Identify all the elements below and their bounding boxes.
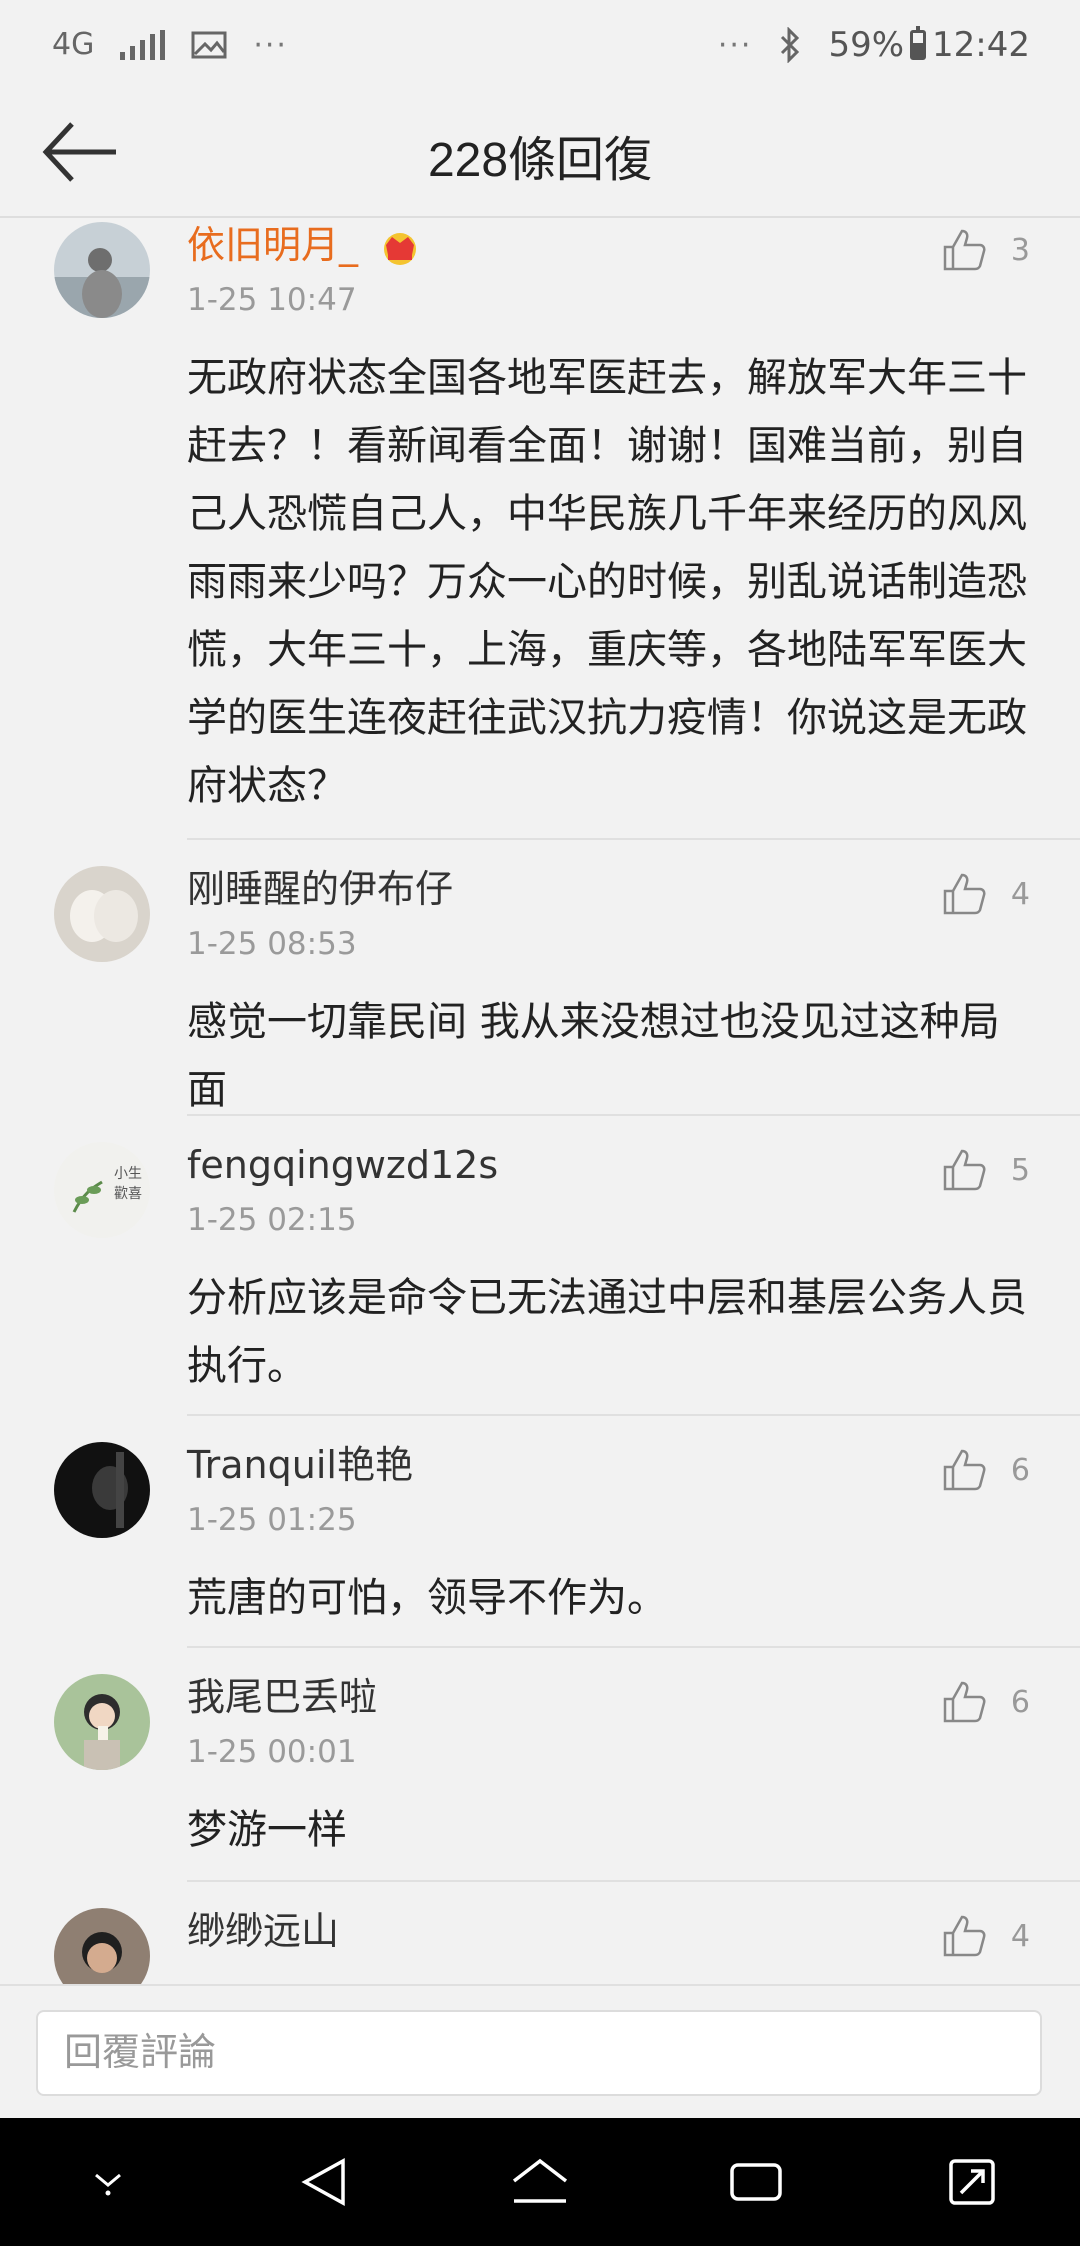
avatar[interactable] xyxy=(54,866,150,962)
battery-icon xyxy=(910,26,927,60)
system-nav-bar xyxy=(0,2118,1080,2246)
nav-home-button[interactable] xyxy=(495,2137,585,2227)
avatar[interactable] xyxy=(54,1908,150,1984)
image-icon xyxy=(191,31,227,59)
like-count: 4 xyxy=(1010,1918,1030,1954)
comment-list[interactable]: 依旧明月_ 3 1-25 10:47 无政府状态全国各地军医赶去，解放军大年三十… xyxy=(0,218,1080,1984)
like-count: 3 xyxy=(1010,232,1030,268)
bluetooth-icon xyxy=(781,27,800,63)
comment-time: 1-25 08:53 xyxy=(187,926,357,962)
comment-item: 我尾巴丢啦 6 1-25 00:01 梦游一样 xyxy=(54,1648,1080,1882)
nav-rotate-button[interactable] xyxy=(927,2137,1017,2227)
like-count: 5 xyxy=(1010,1152,1030,1188)
comment-item: 小生 歡喜 fengqingwzd12s 5 1-25 02:15 分析应该是命… xyxy=(54,1116,1080,1416)
avatar[interactable] xyxy=(54,1442,150,1538)
comment-time: 1-25 10:47 xyxy=(187,282,357,318)
thumbs-up-icon xyxy=(943,1149,986,1191)
crown-icon xyxy=(384,232,417,265)
comment-time: 1-25 00:01 xyxy=(187,1734,357,1770)
comment-item: 缈缈远山 4 xyxy=(54,1882,1080,1984)
thumbs-up-icon xyxy=(943,873,986,915)
comment-text: 感觉一切靠民间 我从来没想过也没见过这种局面 xyxy=(187,999,1000,1113)
like-count: 6 xyxy=(1010,1684,1030,1720)
nav-back-button[interactable] xyxy=(279,2137,369,2227)
triangle-back-icon xyxy=(301,2158,345,2206)
comment-text: 无政府状态全国各地军医赶去，解放军大年三十赶去？！看新闻看全面！谢谢！国难当前，… xyxy=(187,355,1027,809)
nav-recents-button[interactable] xyxy=(711,2137,801,2227)
svg-text:歡喜: 歡喜 xyxy=(114,1186,142,1202)
reply-bar: 回覆評論 xyxy=(0,1984,1080,2118)
like-button[interactable]: 3 xyxy=(941,228,1030,272)
comment-time: 1-25 01:25 xyxy=(187,1502,357,1538)
like-button[interactable]: 5 xyxy=(941,1148,1030,1192)
page-title: 228條回復 xyxy=(427,134,653,187)
thumbs-up-icon xyxy=(943,1915,986,1957)
like-count: 6 xyxy=(1010,1452,1030,1488)
comment-item: 依旧明月_ 3 1-25 10:47 无政府状态全国各地军医赶去，解放军大年三十… xyxy=(54,218,1080,840)
comment-item: 刚睡醒的伊布仔 4 1-25 08:53 感觉一切靠民间 我从来没想过也没见过这… xyxy=(54,840,1080,1116)
comment-item: Tranquil艳艳 6 1-25 01:25 荒唐的可怕，领导不作为。 xyxy=(54,1416,1080,1648)
status-bar: 4G ··· ··· 59% 12:42 xyxy=(0,0,1080,90)
thumbs-up-icon xyxy=(943,229,986,271)
battery-percent: 59% xyxy=(828,25,905,65)
avatar[interactable] xyxy=(54,1674,150,1770)
comment-text: 梦游一样 xyxy=(187,1807,347,1853)
thumbs-up-icon xyxy=(943,1681,986,1723)
avatar[interactable] xyxy=(54,222,150,318)
notification-dots: ··· xyxy=(253,27,288,63)
like-button[interactable]: 4 xyxy=(941,1914,1030,1958)
reply-input[interactable]: 回覆評論 xyxy=(36,2010,1042,2096)
thumbs-up-icon xyxy=(943,1449,986,1491)
like-button[interactable]: 6 xyxy=(941,1448,1030,1492)
home-icon xyxy=(512,2158,568,2203)
like-button[interactable]: 4 xyxy=(941,872,1030,916)
app-header: 228條回復 xyxy=(0,90,1080,218)
status-bar-right: ··· 59% 12:42 xyxy=(718,25,1030,65)
hide-keyboard-button[interactable] xyxy=(63,2137,153,2227)
status-bar-left: 4G ··· xyxy=(52,28,288,63)
network-type: 4G xyxy=(52,27,95,62)
svg-text:小生: 小生 xyxy=(114,1166,142,1182)
comment-text: 分析应该是命令已无法通过中层和基层公务人员执行。 xyxy=(187,1275,1027,1389)
author-name: 依旧明月_ xyxy=(187,223,359,267)
comment-time: 1-25 02:15 xyxy=(187,1202,357,1238)
avatar[interactable]: 小生 歡喜 xyxy=(54,1142,150,1238)
chevron-down-icon xyxy=(95,2173,121,2196)
more-dots: ··· xyxy=(717,27,753,63)
comment-text: 荒唐的可怕，领导不作为。 xyxy=(187,1575,667,1621)
clock: 12:42 xyxy=(932,25,1030,65)
expand-icon xyxy=(949,2159,995,2205)
like-count: 4 xyxy=(1010,876,1030,912)
recents-icon xyxy=(730,2163,782,2201)
like-button[interactable]: 6 xyxy=(941,1680,1030,1724)
signal-icon xyxy=(120,30,166,60)
